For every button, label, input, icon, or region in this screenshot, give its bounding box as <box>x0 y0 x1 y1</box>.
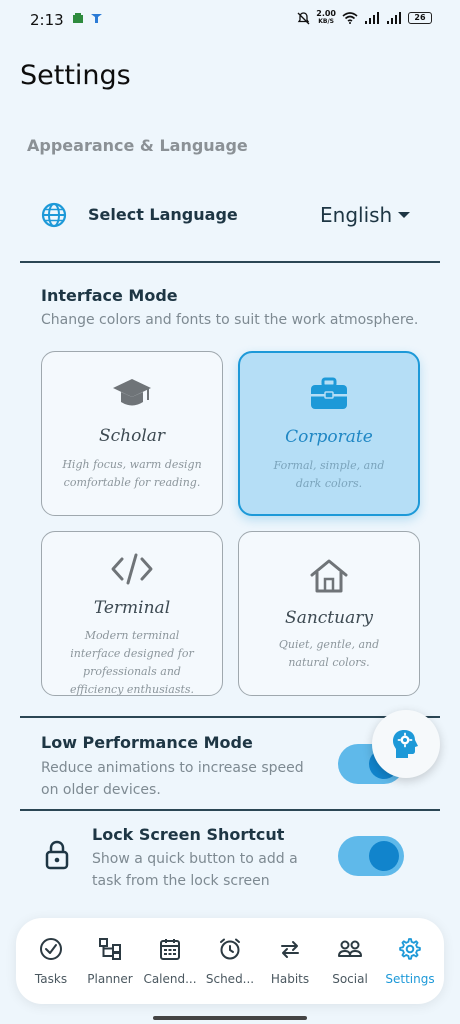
nav-label: Habits <box>270 972 310 986</box>
bottom-nav: Tasks Planner Calend... Sched... Habits … <box>16 918 444 1004</box>
home-indicator <box>153 1016 307 1020</box>
mode-card-description: High focus, warm design comfortable for … <box>62 458 202 489</box>
wifi-icon <box>342 12 358 24</box>
lock-screen-title: Lock Screen Shortcut <box>92 825 285 844</box>
people-icon <box>338 940 362 957</box>
nav-label: Sched... <box>205 972 255 986</box>
mode-card-sanctuary[interactable]: Sanctuary Quiet, gentle, and natural col… <box>238 531 420 696</box>
net-speed: 2.00 KB/S <box>316 9 336 26</box>
mode-card-description: Quiet, gentle, and natural colors. <box>278 638 380 669</box>
nav-item-planner[interactable]: Planner <box>80 936 140 986</box>
section-title: Appearance & Language <box>27 136 248 155</box>
lock-icon <box>45 840 69 870</box>
status-bar: 2:13 2.00 KB/S 26 <box>0 0 460 40</box>
assistant-fab[interactable] <box>372 710 440 778</box>
check-circle-icon <box>40 938 62 960</box>
divider <box>20 809 440 811</box>
lock-screen-toggle[interactable] <box>338 836 404 876</box>
nav-label: Planner <box>87 972 133 986</box>
status-time: 2:13 <box>30 11 64 29</box>
gear-icon <box>399 938 421 960</box>
mode-card-description: Modern terminal interface designed for p… <box>69 629 195 696</box>
nav-item-social[interactable]: Social <box>320 936 380 986</box>
mode-card-corporate[interactable]: Corporate Formal, simple, and dark color… <box>238 351 420 516</box>
interface-mode-description: Change colors and fonts to suit the work… <box>41 312 419 328</box>
toggle-knob <box>369 841 399 871</box>
nav-label: Social <box>332 972 368 986</box>
lock-screen-description: Show a quick button to add a task from t… <box>92 851 298 889</box>
mode-card-terminal[interactable]: Terminal Modern terminal interface desig… <box>41 531 223 696</box>
brain-head-icon <box>393 730 418 758</box>
signal-icon-2 <box>387 12 401 24</box>
nav-label: Settings <box>385 972 435 986</box>
mode-card-name: Corporate <box>285 427 373 447</box>
nav-label: Tasks <box>34 972 68 986</box>
mode-card-description: Formal, simple, and dark colors. <box>273 459 385 490</box>
nav-item-habits[interactable]: Habits <box>260 936 320 986</box>
page-title: Settings <box>20 60 131 91</box>
repeat-icon <box>281 941 299 958</box>
nav-item-calendar[interactable]: Calend... <box>140 936 200 986</box>
nav-label: Calend... <box>143 972 197 986</box>
signal-icon <box>365 12 379 24</box>
notification-app-icon <box>73 13 83 23</box>
battery-icon: 26 <box>408 12 432 24</box>
interface-mode-heading: Interface Mode <box>41 286 178 305</box>
mode-card-scholar[interactable]: Scholar High focus, warm design comforta… <box>41 351 223 516</box>
flowchart-icon <box>99 938 121 960</box>
notification-app-icon-2 <box>91 14 102 23</box>
divider <box>20 716 440 718</box>
code-icon <box>111 553 153 585</box>
mute-icon <box>297 11 310 24</box>
language-value[interactable]: English <box>320 203 392 227</box>
calendar-icon <box>160 939 180 960</box>
nav-item-tasks[interactable]: Tasks <box>21 936 81 986</box>
language-label: Select Language <box>88 205 238 224</box>
alarm-clock-icon <box>220 938 240 960</box>
nav-item-schedule[interactable]: Sched... <box>200 936 260 986</box>
mode-card-name: Scholar <box>98 426 166 446</box>
language-selector-row[interactable]: Select Language English <box>20 190 440 240</box>
home-icon <box>310 559 348 593</box>
globe-icon <box>41 202 67 228</box>
nav-item-settings[interactable]: Settings <box>380 936 440 986</box>
graduation-cap-icon <box>113 379 151 406</box>
divider <box>20 261 440 263</box>
dropdown-caret-icon[interactable] <box>398 212 410 218</box>
low-performance-title: Low Performance Mode <box>41 733 253 752</box>
low-performance-description: Reduce animations to increase speed on o… <box>41 760 304 798</box>
briefcase-icon <box>311 377 347 409</box>
mode-card-name: Terminal <box>93 598 171 618</box>
mode-card-name: Sanctuary <box>285 608 373 628</box>
